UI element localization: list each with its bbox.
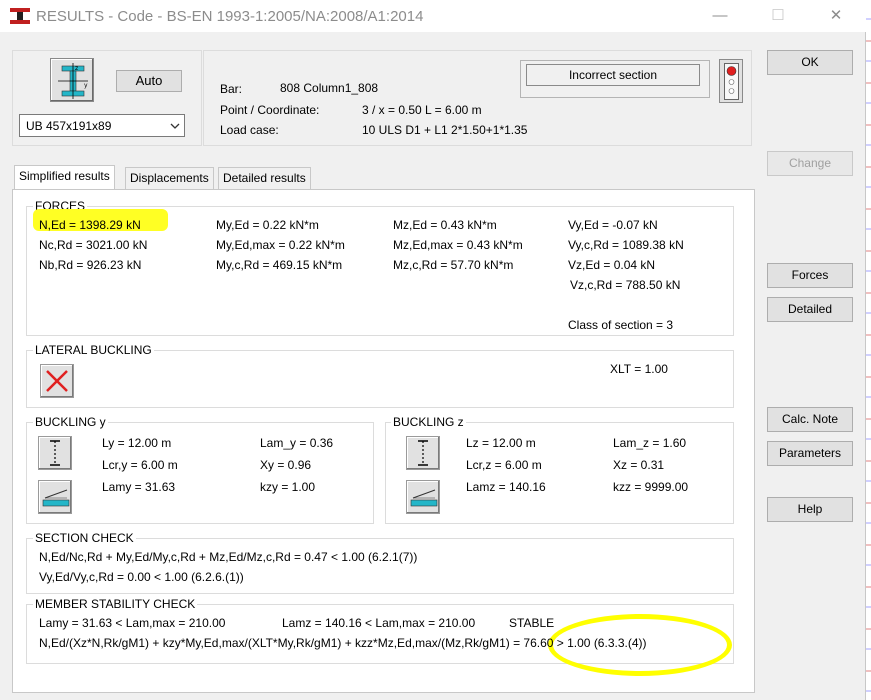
tab-detailed-results[interactable]: Detailed results	[218, 167, 311, 189]
vz-c-rd-value: Vz,c,Rd = 788.50 kN	[570, 278, 681, 292]
buckling-curve-icon	[410, 489, 438, 507]
lz-value: Lz = 12.00 m	[466, 436, 536, 450]
xy-value: Xy = 0.96	[260, 458, 312, 472]
bar-label: Bar:	[220, 82, 243, 96]
minimize-button[interactable]: —	[700, 4, 740, 28]
calc-note-button[interactable]: Calc. Note	[767, 407, 853, 432]
class-of-section: Class of section = 3	[568, 318, 674, 332]
ly-value: Ly = 12.00 m	[102, 436, 172, 450]
xlt-value: XLT = 1.00	[610, 362, 668, 376]
section-profile-button[interactable]: z y	[50, 58, 94, 102]
lam-z-value: Lam_z = 1.60	[613, 436, 687, 450]
title-bar: RESULTS - Code - BS-EN 1993-1:2005/NA:20…	[0, 0, 866, 32]
lateral-buckling-title: LATERAL BUCKLING	[33, 343, 154, 357]
kzz-value: kzz = 9999.00	[613, 480, 689, 494]
help-button[interactable]: Help	[767, 497, 853, 522]
section-check-group	[26, 538, 734, 594]
close-button[interactable]: ✕	[816, 4, 856, 28]
xz-value: Xz = 0.31	[613, 458, 665, 472]
lcr-y-value: Lcr,y = 6.00 m	[102, 458, 178, 472]
load-case-label: Load case:	[220, 123, 279, 137]
lamz-value: Lamz = 140.16	[466, 480, 546, 494]
buckling-y-curve-button[interactable]	[38, 480, 72, 514]
lamz-check: Lamz = 140.16 < Lam,max = 210.00	[282, 616, 476, 630]
section-check-title: SECTION CHECK	[33, 531, 136, 545]
window-title: RESULTS - Code - BS-EN 1993-1:2005/NA:20…	[36, 8, 424, 25]
nb-rd-value: Nb,Rd = 926.23 kN	[39, 258, 142, 272]
lcr-z-value: Lcr,z = 6.00 m	[466, 458, 542, 472]
auto-button[interactable]: Auto	[116, 70, 182, 92]
vy-c-rd-value: Vy,c,Rd = 1089.38 kN	[568, 238, 684, 252]
buckling-y-title: BUCKLING y	[33, 415, 108, 429]
buckling-z-title: BUCKLING z	[391, 415, 466, 429]
tab-displacements[interactable]: Displacements	[125, 167, 214, 189]
bar-value: 808 Column1_808	[280, 81, 379, 95]
status-message: Incorrect section	[526, 64, 700, 86]
member-stability-formula: N,Ed/(Xz*N,Rk/gM1) + kzy*My,Ed,max/(XLT*…	[39, 636, 647, 650]
mz-c-rd-value: Mz,c,Rd = 57.70 kN*m	[393, 258, 514, 272]
forces-button[interactable]: Forces	[767, 263, 853, 288]
my-ed-value: My,Ed = 0.22 kN*m	[216, 218, 319, 232]
vz-ed-value: Vz,Ed = 0.04 kN	[568, 258, 656, 272]
results-window: RESULTS - Code - BS-EN 1993-1:2005/NA:20…	[0, 0, 866, 700]
chevron-down-icon	[170, 123, 180, 129]
lateral-buckling-button[interactable]	[40, 364, 74, 398]
app-icon	[10, 8, 30, 24]
lamy-value: Lamy = 31.63	[102, 480, 176, 494]
change-button[interactable]: Change	[767, 151, 853, 176]
section-check-line-2: Vy,Ed/Vy,c,Rd = 0.00 < 1.00 (6.2.6.(1))	[39, 570, 244, 584]
buckling-curve-icon	[42, 489, 70, 507]
red-cross-icon	[46, 370, 68, 392]
member-length-icon	[50, 440, 60, 466]
svg-text:z: z	[75, 65, 78, 72]
my-c-rd-value: My,c,Rd = 469.15 kN*m	[216, 258, 343, 272]
section-check-line-1: N,Ed/Nc,Rd + My,Ed/My,c,Rd + Mz,Ed/Mz,c,…	[39, 550, 418, 564]
load-case-value: 10 ULS D1 + L1 2*1.50+1*1.35	[362, 123, 528, 137]
stable-status: STABLE	[509, 616, 555, 630]
lamy-check: Lamy = 31.63 < Lam,max = 210.00	[39, 616, 226, 630]
ok-button[interactable]: OK	[767, 50, 853, 75]
section-profile-icon: z y	[58, 63, 88, 99]
buckling-z-length-button[interactable]	[406, 436, 440, 470]
mz-ed-value: Mz,Ed = 0.43 kN*m	[393, 218, 497, 232]
my-ed-max-value: My,Ed,max = 0.22 kN*m	[216, 238, 345, 252]
lateral-buckling-group	[26, 350, 734, 408]
n-ed-value: N,Ed = 1398.29 kN	[39, 218, 141, 232]
buckling-z-curve-button[interactable]	[406, 480, 440, 514]
kzy-value: kzy = 1.00	[260, 480, 316, 494]
point-label: Point / Coordinate:	[220, 103, 320, 117]
tab-simplified-results[interactable]: Simplified results	[14, 165, 115, 190]
lam-y-value: Lam_y = 0.36	[260, 436, 334, 450]
maximize-button[interactable]: ☐	[758, 4, 798, 28]
member-length-icon	[418, 440, 428, 466]
nc-rd-value: Nc,Rd = 3021.00 kN	[39, 238, 148, 252]
status-light-icon	[719, 59, 743, 103]
parameters-button[interactable]: Parameters	[767, 441, 853, 466]
svg-text:y: y	[84, 82, 88, 89]
section-select-value: UB 457x191x89	[26, 119, 112, 133]
buckling-y-length-button[interactable]	[38, 436, 72, 470]
mz-ed-max-value: Mz,Ed,max = 0.43 kN*m	[393, 238, 523, 252]
member-stability-title: MEMBER STABILITY CHECK	[33, 597, 198, 611]
vy-ed-value: Vy,Ed = -0.07 kN	[568, 218, 658, 232]
background-window-edge	[866, 0, 871, 700]
point-value: 3 / x = 0.50 L = 6.00 m	[362, 103, 482, 117]
section-select[interactable]: UB 457x191x89	[19, 114, 185, 137]
detailed-button[interactable]: Detailed	[767, 297, 853, 322]
